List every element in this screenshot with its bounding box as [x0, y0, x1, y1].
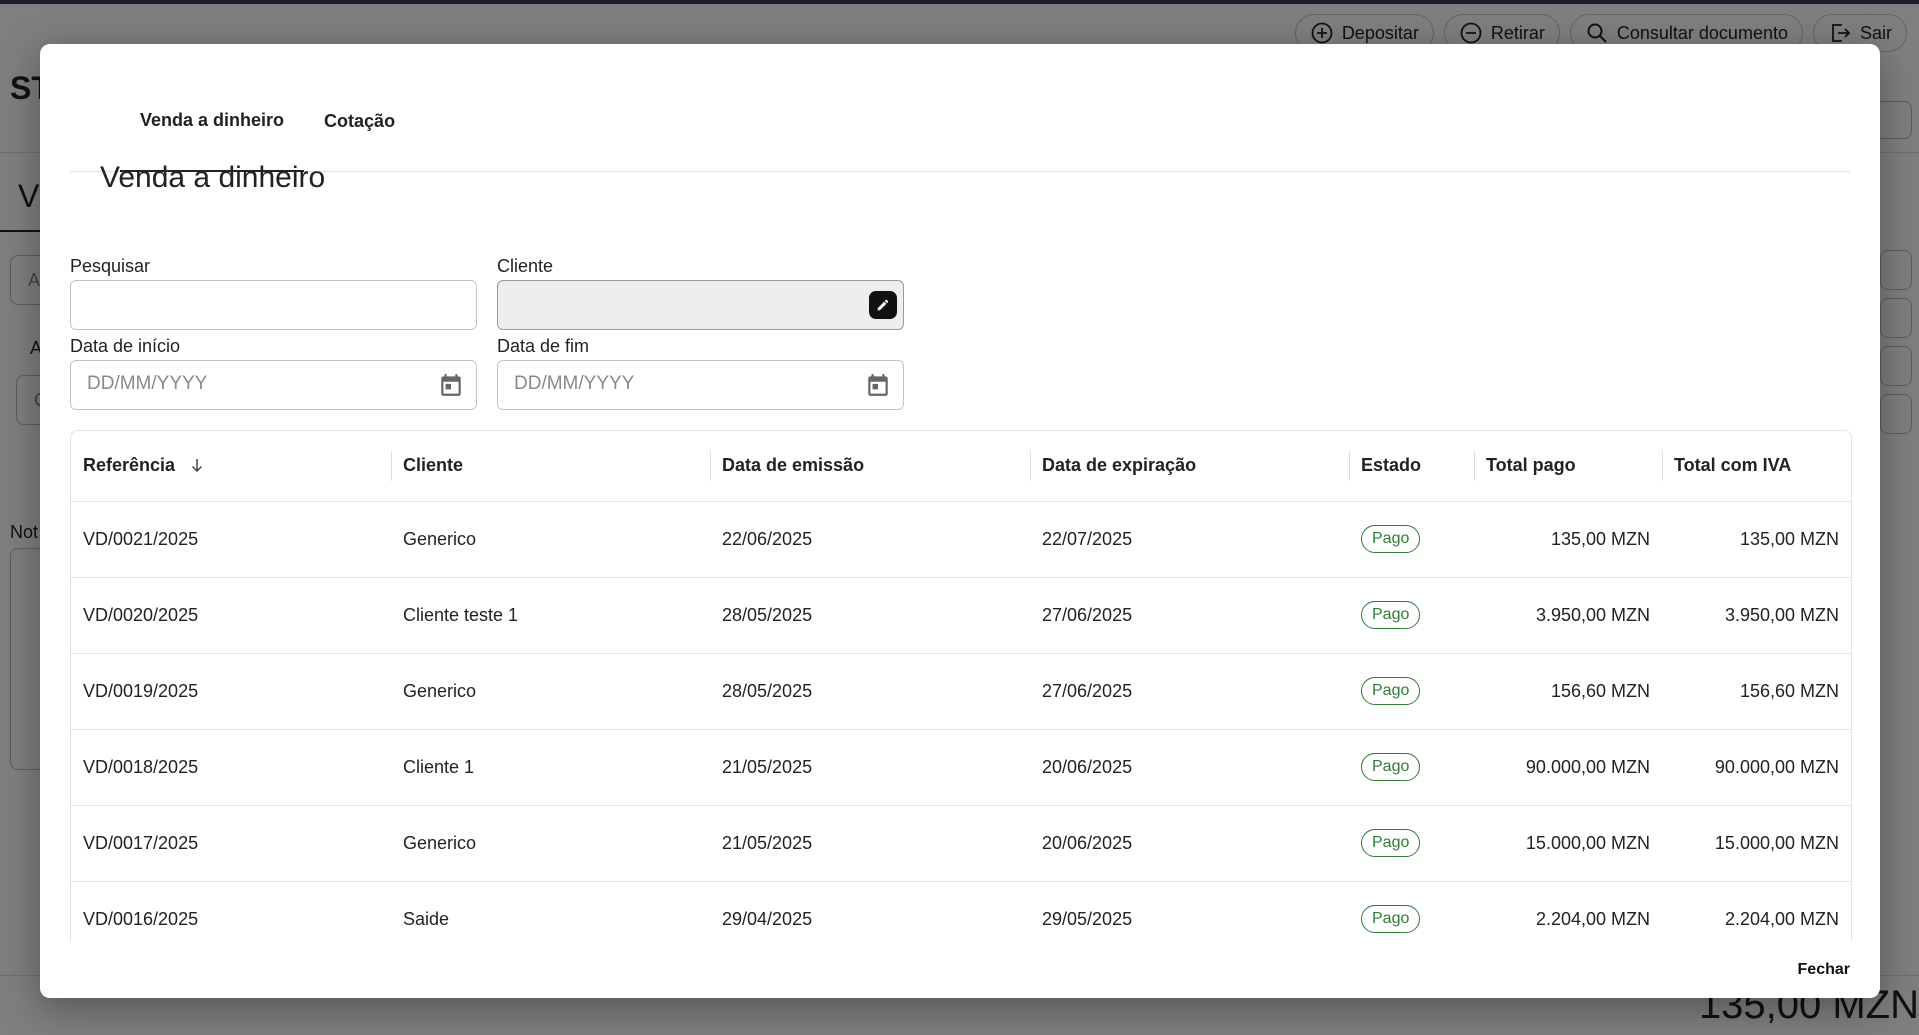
cell-expiry-date: 20/06/2025	[1030, 729, 1349, 806]
pencil-icon	[877, 299, 889, 311]
cell-client: Generico	[391, 805, 710, 882]
start-date-input[interactable]	[71, 361, 443, 407]
table-header-row: Referência Cliente Data de emissão Data …	[71, 431, 1851, 502]
sales-table-container: Referência Cliente Data de emissão Data …	[70, 430, 1852, 941]
close-button[interactable]: Fechar	[1792, 960, 1856, 980]
column-header-reference[interactable]: Referência	[71, 431, 391, 502]
cell-issue-date: 29/04/2025	[710, 881, 1030, 941]
tab-cash-sale[interactable]: Venda a dinheiro	[120, 70, 305, 172]
start-date-label: Data de início	[70, 336, 181, 356]
cell-status: Pago	[1349, 729, 1474, 806]
cell-reference: VD/0017/2025	[71, 805, 391, 882]
cell-client: Cliente 1	[391, 729, 710, 806]
end-date-label: Data de fim	[497, 336, 590, 356]
cell-client: Generico	[391, 653, 710, 730]
cell-total-with-vat: 135,00 MZN	[1662, 501, 1851, 578]
cell-issue-date: 28/05/2025	[710, 577, 1030, 654]
client-input	[498, 281, 870, 327]
cell-expiry-date: 29/05/2025	[1030, 881, 1349, 941]
end-date-field	[497, 360, 904, 410]
search-label: Pesquisar	[70, 256, 151, 276]
cell-total-with-vat: 90.000,00 MZN	[1662, 729, 1851, 806]
cell-issue-date: 28/05/2025	[710, 653, 1030, 730]
cell-expiry-date: 27/06/2025	[1030, 653, 1349, 730]
table-row[interactable]: VD/0018/2025 Cliente 1 21/05/2025 20/06/…	[71, 729, 1851, 806]
column-header-label: Total pago	[1486, 455, 1576, 476]
client-label: Cliente	[497, 256, 554, 276]
cell-total-paid: 15.000,00 MZN	[1474, 805, 1662, 882]
cell-expiry-date: 20/06/2025	[1030, 805, 1349, 882]
column-header-label: Referência	[83, 455, 176, 476]
table-row[interactable]: VD/0021/2025 Generico 22/06/2025 22/07/2…	[71, 501, 1851, 578]
search-field	[70, 280, 477, 330]
column-header-label: Data de expiração	[1042, 455, 1197, 476]
edit-client-button[interactable]	[869, 291, 897, 319]
column-header-expiry-date[interactable]: Data de expiração	[1030, 431, 1349, 502]
cell-client: Generico	[391, 501, 710, 578]
cell-reference: VD/0016/2025	[71, 881, 391, 941]
cell-total-paid: 3.950,00 MZN	[1474, 577, 1662, 654]
sort-descending-icon[interactable]	[188, 456, 206, 474]
column-header-total-paid[interactable]: Total pago	[1474, 431, 1662, 502]
cell-client: Cliente teste 1	[391, 577, 710, 654]
cell-status: Pago	[1349, 577, 1474, 654]
column-header-total-with-vat[interactable]: Total com IVA	[1662, 431, 1851, 502]
start-date-field	[70, 360, 477, 410]
cell-total-paid: 156,60 MZN	[1474, 653, 1662, 730]
column-header-status[interactable]: Estado	[1349, 431, 1474, 502]
table-row[interactable]: VD/0016/2025 Saide 29/04/2025 29/05/2025…	[71, 881, 1851, 941]
search-input[interactable]	[71, 281, 443, 327]
cell-issue-date: 21/05/2025	[710, 805, 1030, 882]
cell-issue-date: 22/06/2025	[710, 501, 1030, 578]
status-badge: Pago	[1361, 829, 1421, 857]
cell-expiry-date: 27/06/2025	[1030, 577, 1349, 654]
column-header-label: Total com IVA	[1674, 455, 1792, 476]
cell-expiry-date: 22/07/2025	[1030, 501, 1349, 578]
cell-reference: VD/0019/2025	[71, 653, 391, 730]
cell-total-paid: 135,00 MZN	[1474, 501, 1662, 578]
status-badge: Pago	[1361, 905, 1421, 933]
calendar-icon[interactable]	[438, 372, 464, 398]
table-row[interactable]: VD/0017/2025 Generico 21/05/2025 20/06/2…	[71, 805, 1851, 882]
column-header-client[interactable]: Cliente	[391, 431, 710, 502]
cell-reference: VD/0020/2025	[71, 577, 391, 654]
column-header-label: Data de emissão	[722, 455, 865, 476]
cell-total-paid: 2.204,00 MZN	[1474, 881, 1662, 941]
cell-total-with-vat: 156,60 MZN	[1662, 653, 1851, 730]
calendar-icon[interactable]	[865, 372, 891, 398]
cell-total-with-vat: 3.950,00 MZN	[1662, 577, 1851, 654]
end-date-input[interactable]	[498, 361, 870, 407]
column-header-label: Cliente	[403, 455, 464, 476]
status-badge: Pago	[1361, 601, 1421, 629]
cell-total-paid: 90.000,00 MZN	[1474, 729, 1662, 806]
cell-issue-date: 21/05/2025	[710, 729, 1030, 806]
cell-total-with-vat: 15.000,00 MZN	[1662, 805, 1851, 882]
cell-reference: VD/0021/2025	[71, 501, 391, 578]
cell-total-with-vat: 2.204,00 MZN	[1662, 881, 1851, 941]
sales-table: Referência Cliente Data de emissão Data …	[71, 431, 1851, 941]
cell-reference: VD/0018/2025	[71, 729, 391, 806]
cell-status: Pago	[1349, 653, 1474, 730]
modal-heading: Venda a dinheiro	[100, 161, 326, 194]
tab-quotation[interactable]: Cotação	[304, 70, 415, 172]
sales-modal: Venda a dinheiro Cotação Venda a dinheir…	[40, 44, 1880, 998]
cell-status: Pago	[1349, 881, 1474, 941]
column-header-label: Estado	[1361, 455, 1422, 476]
column-header-issue-date[interactable]: Data de emissão	[710, 431, 1030, 502]
table-row[interactable]: VD/0020/2025 Cliente teste 1 28/05/2025 …	[71, 577, 1851, 654]
table-row[interactable]: VD/0019/2025 Generico 28/05/2025 27/06/2…	[71, 653, 1851, 730]
cell-client: Saide	[391, 881, 710, 941]
client-field	[497, 280, 904, 330]
status-badge: Pago	[1361, 525, 1421, 553]
status-badge: Pago	[1361, 677, 1421, 705]
cell-status: Pago	[1349, 501, 1474, 578]
status-badge: Pago	[1361, 753, 1421, 781]
cell-status: Pago	[1349, 805, 1474, 882]
modal-tabs: Venda a dinheiro Cotação	[70, 70, 1850, 172]
